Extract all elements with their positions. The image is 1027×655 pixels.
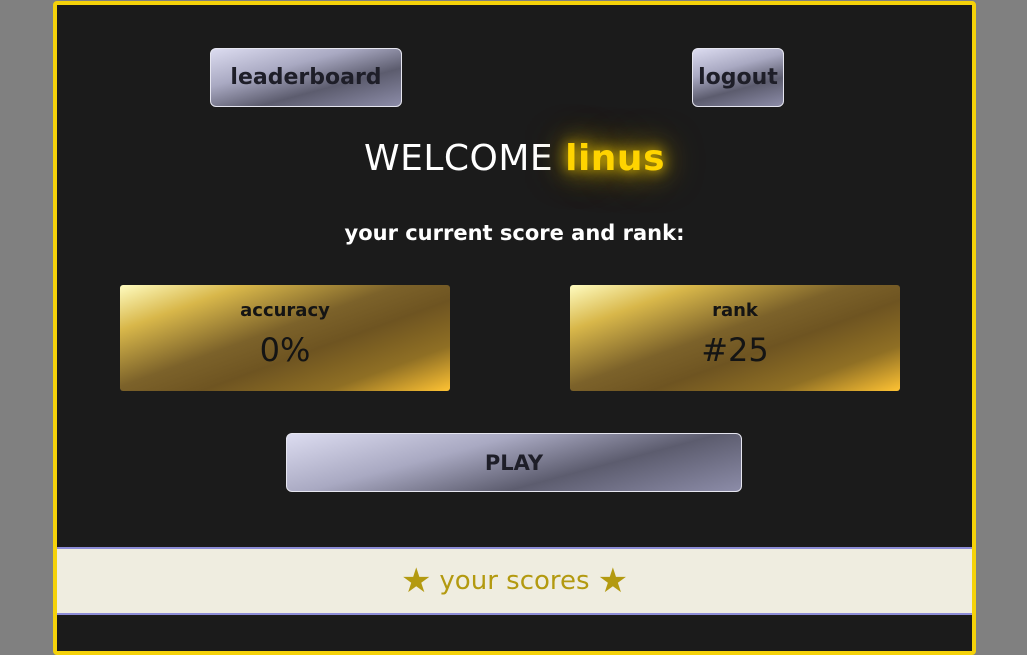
- rank-value: #25: [701, 331, 769, 369]
- welcome-heading: WELCOME linus: [57, 138, 972, 179]
- logout-button[interactable]: logout: [692, 48, 784, 107]
- accuracy-label: accuracy: [240, 300, 330, 321]
- rank-card: rank #25: [570, 285, 900, 391]
- star-icon: ★: [400, 561, 432, 601]
- accuracy-value: 0%: [259, 331, 311, 369]
- leaderboard-button[interactable]: leaderboard: [210, 48, 402, 107]
- welcome-prefix: WELCOME: [363, 138, 554, 179]
- accuracy-card: accuracy 0%: [120, 285, 450, 391]
- score-subtitle: your current score and rank:: [344, 221, 685, 245]
- username: linus: [565, 138, 665, 179]
- your-scores-label: your scores: [439, 566, 590, 596]
- your-scores-button[interactable]: ★ your scores ★: [57, 547, 972, 615]
- rank-label: rank: [712, 300, 758, 321]
- play-button[interactable]: PLAY: [286, 433, 742, 492]
- star-icon: ★: [597, 561, 629, 601]
- app-frame: leaderboard logout WELCOME linus your cu…: [53, 1, 976, 655]
